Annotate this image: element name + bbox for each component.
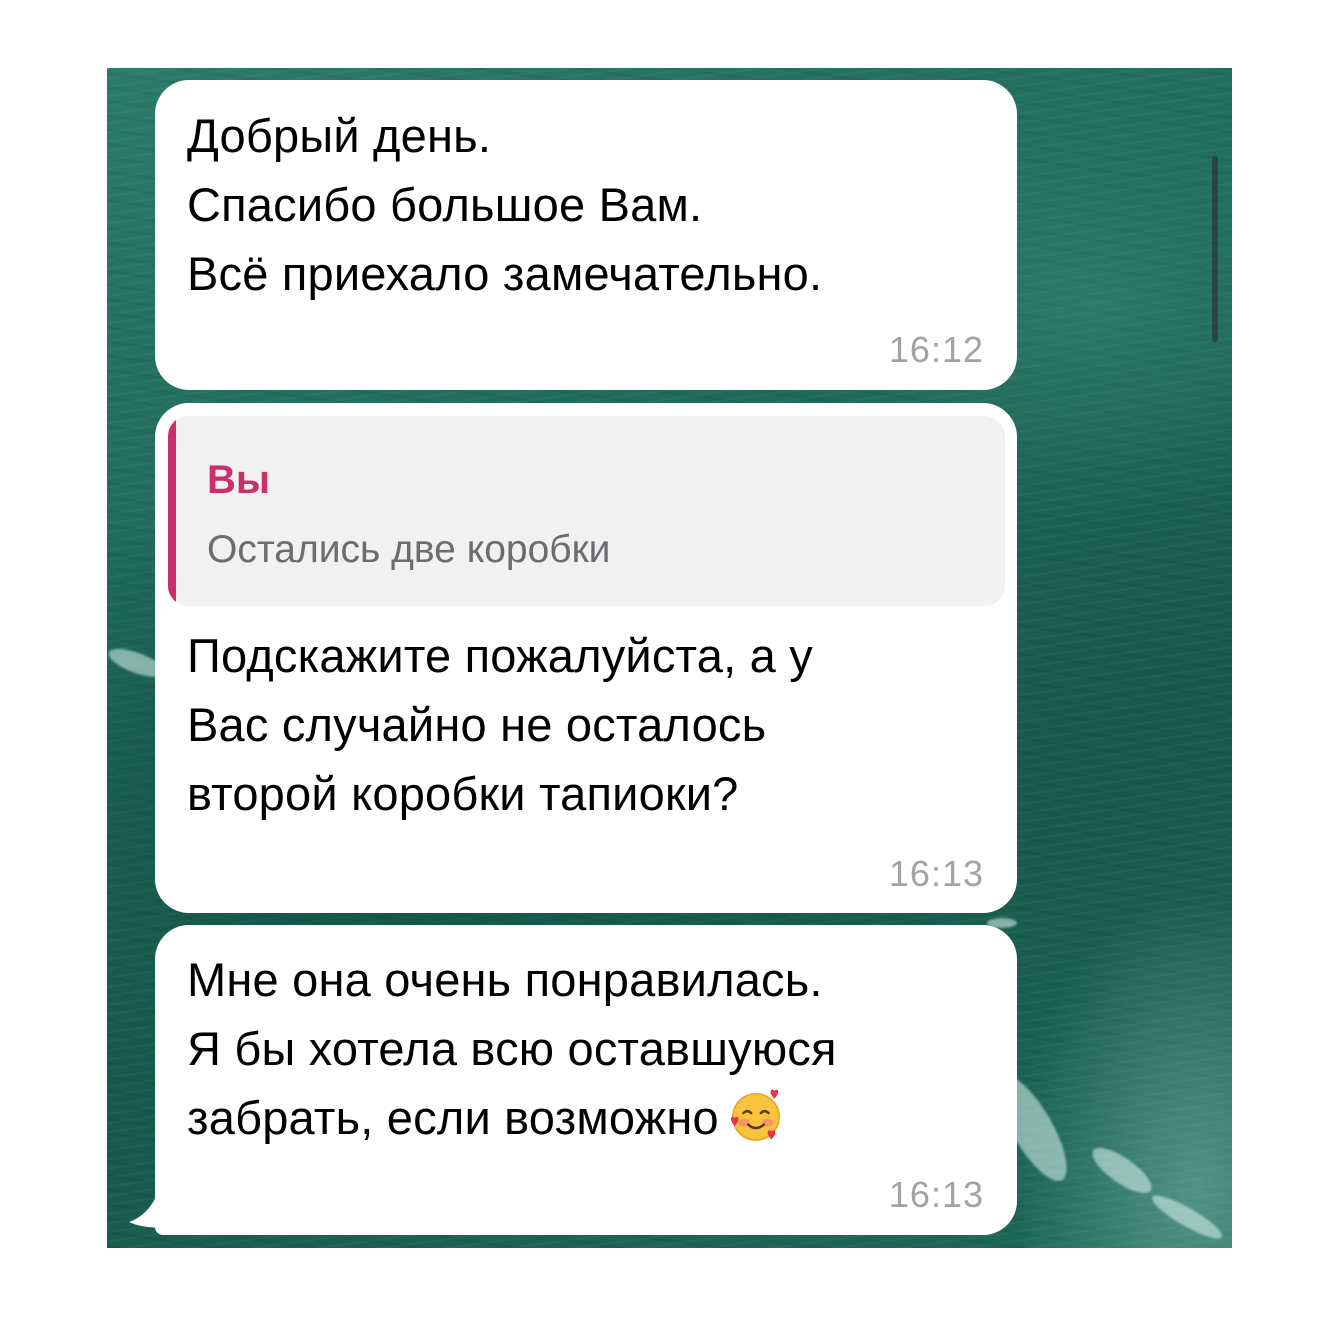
reply-snippet: Остались две коробки xyxy=(207,528,611,571)
reply-author: Вы xyxy=(207,458,271,502)
message-text: Мне она очень понравилась. Я бы хотела в… xyxy=(187,945,837,1152)
reply-quote[interactable]: Вы Остались две коробки xyxy=(168,416,1005,606)
smiling-face-with-hearts-icon xyxy=(730,1089,780,1141)
message-timestamp: 16:13 xyxy=(888,1174,984,1215)
message-line: Мне она очень понравилась. xyxy=(187,953,823,1006)
wallpaper-foam xyxy=(1147,1189,1227,1245)
message-timestamp: 16:13 xyxy=(888,853,984,894)
message-bubble[interactable]: Добрый день. Спасибо большое Вам. Всё пр… xyxy=(155,80,1017,390)
scroll-indicator[interactable] xyxy=(1212,156,1218,342)
message-line: забрать, если возможно xyxy=(187,1091,719,1144)
message-timestamp: 16:12 xyxy=(888,329,984,370)
message-bubble[interactable]: Вы Остались две коробки Подскажите пожал… xyxy=(155,403,1017,913)
reply-accent-bar xyxy=(168,416,176,606)
message-bubble[interactable]: Мне она очень понравилась. Я бы хотела в… xyxy=(155,925,1017,1235)
wallpaper-foam xyxy=(1086,1140,1158,1201)
message-line: Я бы хотела всю оставшуюся xyxy=(187,1022,837,1075)
chat-background: Добрый день. Спасибо большое Вам. Всё пр… xyxy=(107,68,1232,1248)
message-text: Добрый день. Спасибо большое Вам. Всё пр… xyxy=(187,109,823,300)
message-text: Подскажите пожалуйста, а у Вас случайно … xyxy=(187,629,813,820)
